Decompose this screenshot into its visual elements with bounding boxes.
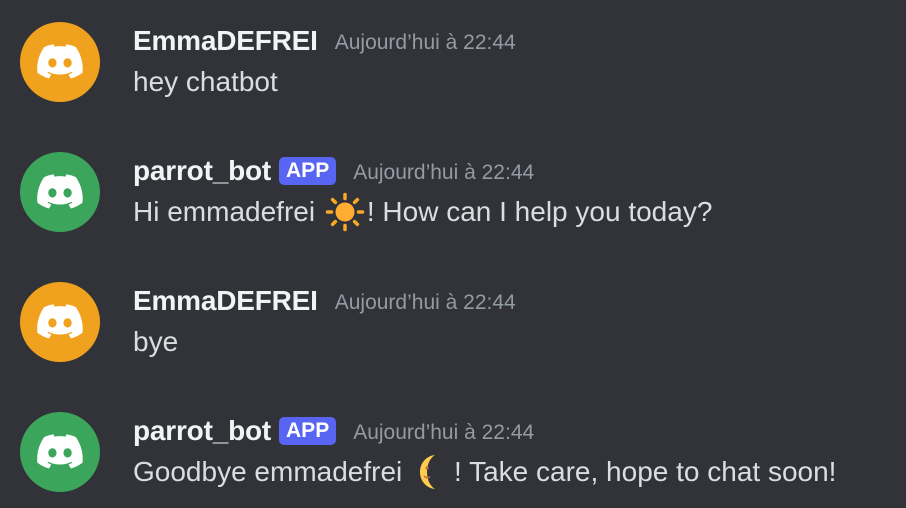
chat-message: parrot_bot APP Aujourd’hui à 22:44 Hi em…	[0, 130, 906, 240]
chat-message: EmmaDEFREI Aujourd’hui à 22:44 bye	[0, 260, 906, 370]
message-text-before: Hi emmadefrei	[133, 196, 323, 227]
message-text-before: Goodbye emmadefrei	[133, 456, 411, 487]
message-header: EmmaDEFREI Aujourd’hui à 22:44	[133, 284, 516, 318]
discord-logo-icon	[37, 174, 83, 209]
message-content: Hi emmadefrei ! How can I help you today…	[133, 192, 713, 232]
discord-logo-icon	[37, 44, 83, 79]
avatar[interactable]	[20, 412, 100, 492]
crescent-moon-icon[interactable]	[410, 454, 454, 490]
message-text: hey chatbot	[133, 66, 278, 97]
app-badge: APP	[279, 417, 337, 445]
timestamp[interactable]: Aujourd’hui à 22:44	[335, 291, 516, 315]
timestamp[interactable]: Aujourd’hui à 22:44	[335, 31, 516, 55]
app-badge: APP	[279, 157, 337, 185]
username[interactable]: parrot_bot	[133, 155, 271, 187]
timestamp[interactable]: Aujourd’hui à 22:44	[353, 421, 534, 445]
message-content: Goodbye emmadefrei ! Take care, hope to …	[133, 454, 836, 490]
username[interactable]: EmmaDEFREI	[133, 285, 318, 317]
sun-icon[interactable]	[323, 192, 367, 232]
discord-logo-icon	[37, 434, 83, 469]
message-text-after: ! Take care, hope to chat soon!	[454, 456, 837, 487]
discord-logo-icon	[37, 304, 83, 339]
username[interactable]: EmmaDEFREI	[133, 25, 318, 57]
message-header: parrot_bot APP Aujourd’hui à 22:44	[133, 154, 534, 188]
message-content: hey chatbot	[133, 64, 278, 100]
message-header: EmmaDEFREI Aujourd’hui à 22:44	[133, 24, 516, 58]
message-text: bye	[133, 326, 179, 357]
message-header: parrot_bot APP Aujourd’hui à 22:44	[133, 414, 534, 448]
avatar[interactable]	[20, 282, 100, 362]
message-text-after: ! How can I help you today?	[366, 196, 713, 227]
chat-message: EmmaDEFREI Aujourd’hui à 22:44 hey chatb…	[0, 0, 906, 110]
avatar[interactable]	[20, 22, 100, 102]
message-content: bye	[133, 324, 178, 360]
avatar[interactable]	[20, 152, 100, 232]
timestamp[interactable]: Aujourd’hui à 22:44	[353, 161, 534, 185]
chat-message: parrot_bot APP Aujourd’hui à 22:44 Goodb…	[0, 390, 906, 500]
username[interactable]: parrot_bot	[133, 415, 271, 447]
chat-messages: EmmaDEFREI Aujourd’hui à 22:44 hey chatb…	[0, 0, 906, 508]
